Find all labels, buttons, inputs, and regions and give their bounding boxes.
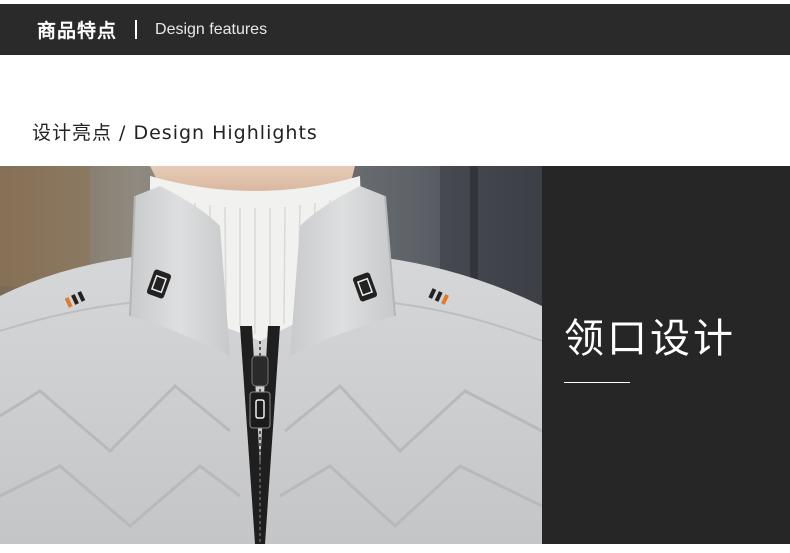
header-divider (135, 20, 138, 39)
header-bar: 商品特点 Design features (0, 4, 790, 55)
feature-panel: 领口设计 (542, 166, 790, 544)
bottom-strip (0, 544, 790, 553)
header-title-cn: 商品特点 (37, 20, 118, 42)
page: 商品特点 Design features 设计亮点 / Design Highl… (0, 0, 790, 553)
section-subtitle: 设计亮点 / Design Highlights (32, 122, 318, 144)
feature-title: 领口设计 (564, 316, 736, 362)
header-title-en: Design features (155, 20, 268, 38)
collar-photo (0, 166, 542, 544)
feature-title-underline (564, 382, 630, 383)
